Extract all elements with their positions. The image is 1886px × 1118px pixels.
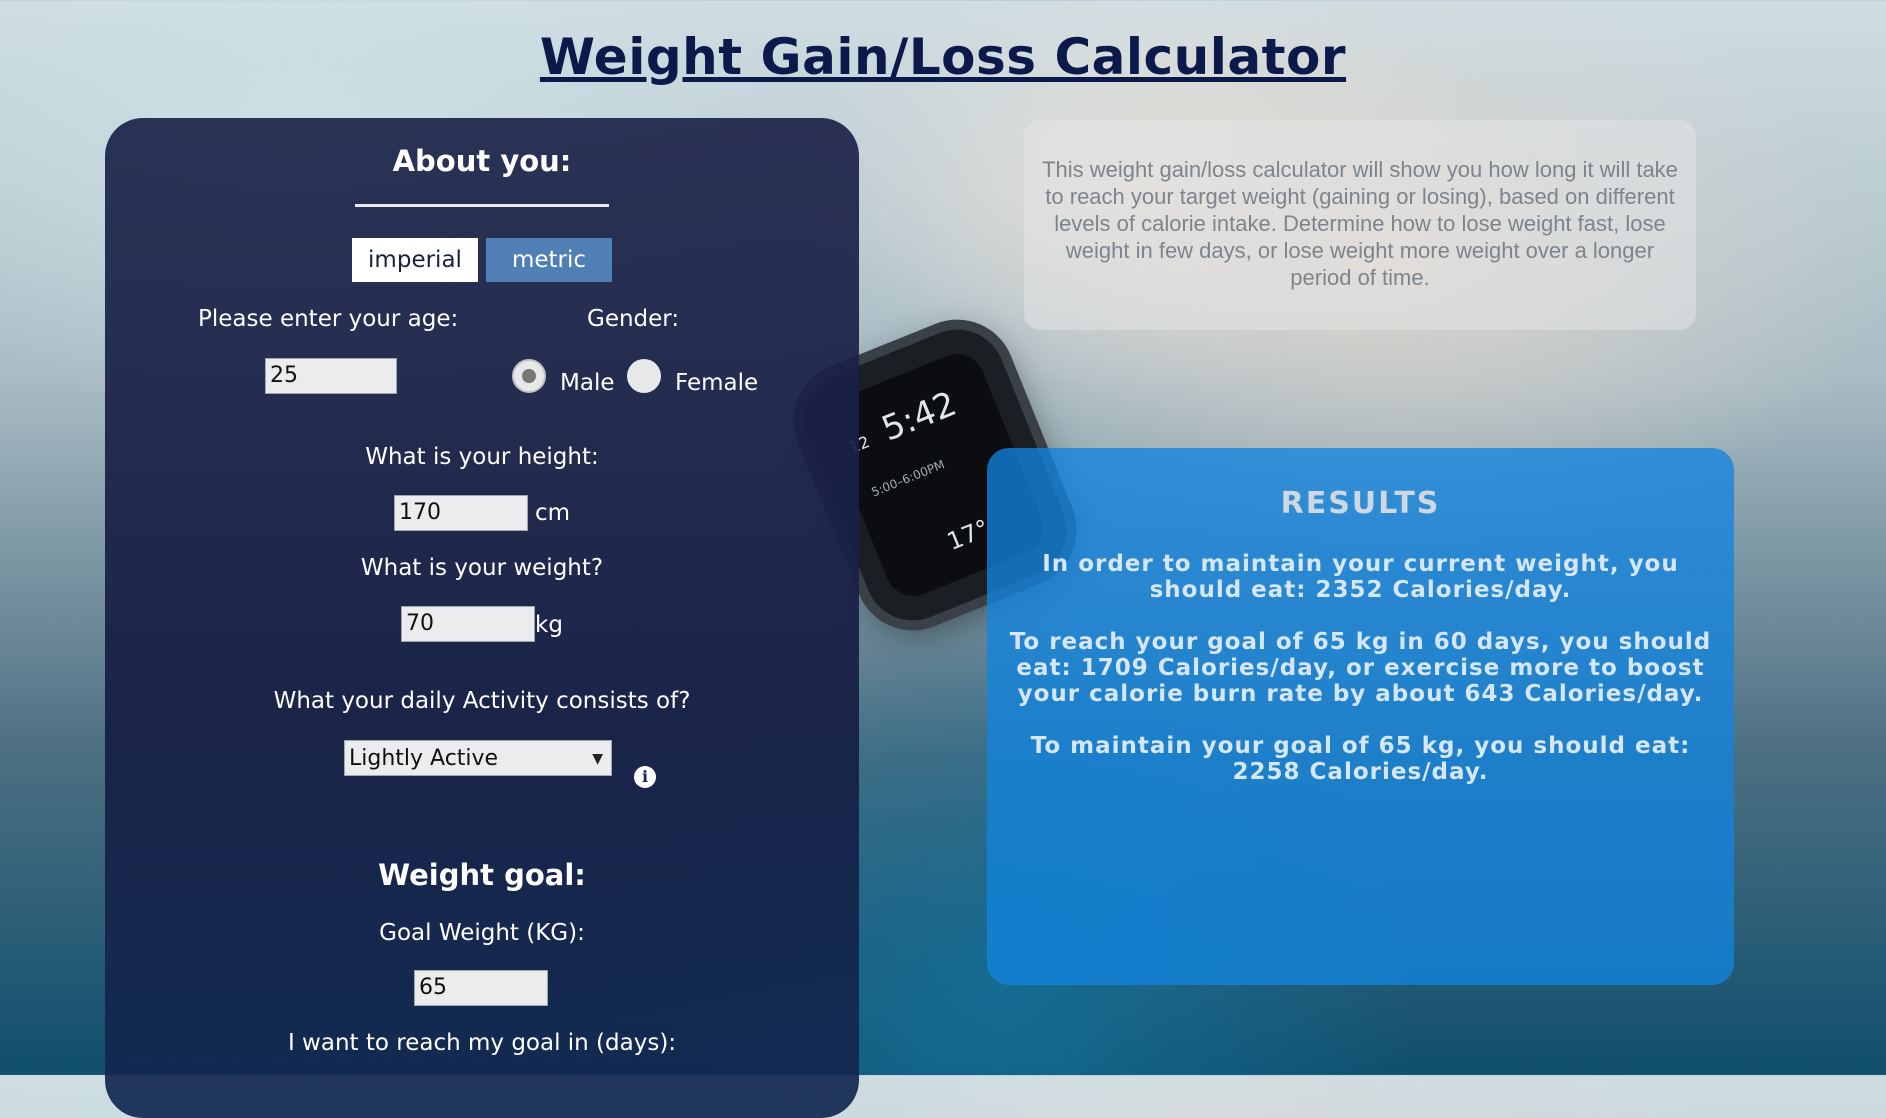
gender-female-radio[interactable] bbox=[627, 359, 661, 393]
height-unit-label: cm bbox=[535, 500, 571, 526]
about-you-heading: About you: bbox=[392, 144, 572, 178]
results-heading: RESULTS bbox=[1280, 486, 1441, 521]
height-input[interactable] bbox=[394, 495, 528, 531]
dropdown-arrow-icon: ▼ bbox=[592, 751, 603, 767]
gender-female-label[interactable]: Female bbox=[675, 370, 758, 396]
gender-male-radio[interactable] bbox=[512, 359, 546, 393]
height-label: What is your height: bbox=[365, 444, 599, 470]
calculator-description: This weight gain/loss calculator will sh… bbox=[1024, 120, 1696, 330]
metric-unit-button[interactable]: metric bbox=[486, 238, 612, 282]
goal-weight-label: Goal Weight (KG): bbox=[379, 920, 585, 946]
result-maintain-current: In order to maintain your current weight… bbox=[1042, 551, 1679, 603]
age-input[interactable] bbox=[265, 358, 397, 394]
page-title: Weight Gain/Loss Calculator bbox=[539, 28, 1347, 86]
goal-weight-input[interactable] bbox=[414, 970, 548, 1006]
about-you-panel: About you: imperial metric Please enter … bbox=[105, 118, 859, 1118]
activity-select[interactable]: Lightly Active ▼ bbox=[344, 740, 612, 776]
weight-input[interactable] bbox=[401, 606, 535, 642]
weight-goal-heading: Weight goal: bbox=[378, 858, 586, 892]
goal-days-label: I want to reach my goal in (days): bbox=[287, 1030, 677, 1056]
imperial-unit-button[interactable]: imperial bbox=[352, 238, 478, 282]
weight-label: What is your weight? bbox=[360, 555, 604, 581]
info-icon[interactable]: i bbox=[634, 766, 656, 788]
activity-selected-value: Lightly Active bbox=[349, 746, 499, 771]
result-maintain-goal: To maintain your goal of 65 kg, you shou… bbox=[1030, 733, 1691, 785]
watch-event: 5:00–6:00PM bbox=[869, 457, 947, 500]
activity-label: What your daily Activity consists of? bbox=[273, 688, 691, 714]
age-label: Please enter your age: bbox=[198, 306, 459, 332]
gender-male-label[interactable]: Male bbox=[560, 370, 614, 396]
watch-time: 5:42 bbox=[876, 383, 963, 450]
result-reach-goal: To reach your goal of 65 kg in 60 days, … bbox=[1009, 629, 1712, 707]
gender-label: Gender: bbox=[587, 306, 680, 332]
weight-unit-label: kg bbox=[535, 612, 563, 638]
watch-temperature: 17° bbox=[943, 513, 994, 556]
heading-divider bbox=[355, 204, 609, 207]
results-panel: RESULTS In order to maintain your curren… bbox=[987, 448, 1734, 985]
